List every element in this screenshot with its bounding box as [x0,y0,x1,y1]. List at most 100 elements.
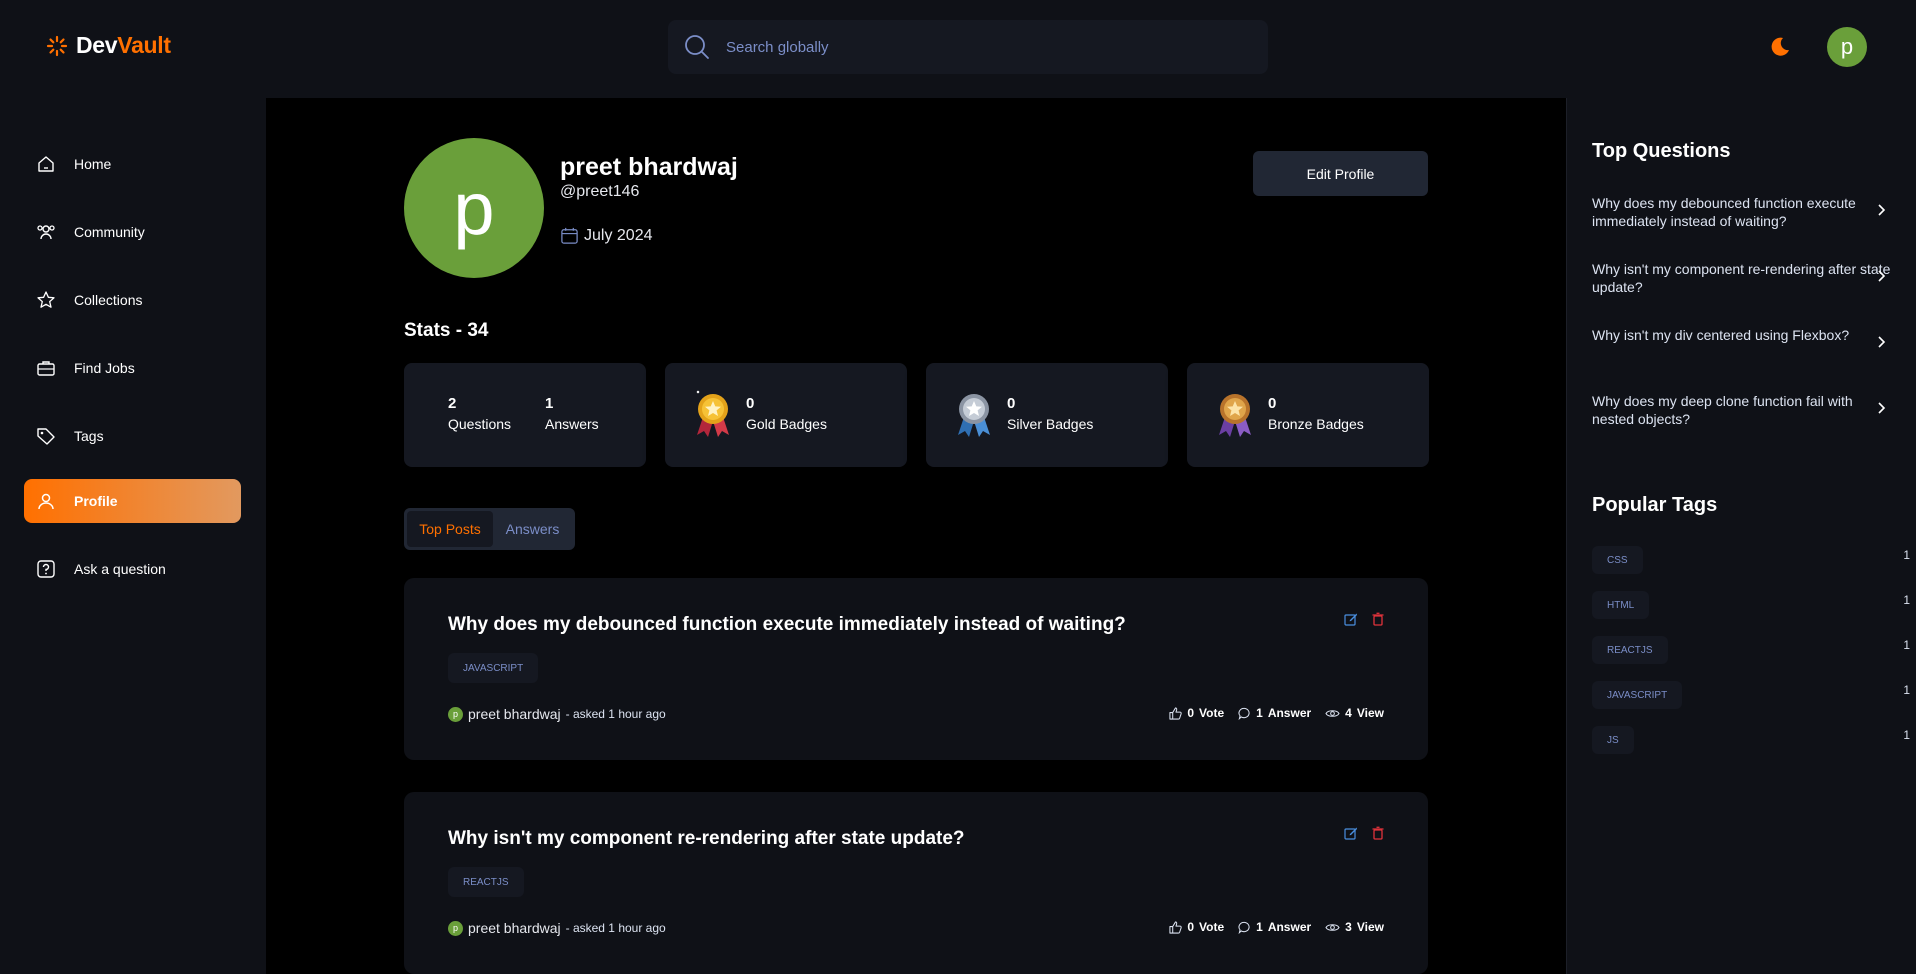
sidebar-item-label: Collections [74,292,143,308]
views-value: 4 [1345,706,1352,720]
post-metrics: 0 Vote 1 Answer 4 View [1169,706,1384,720]
stat-questions: 2 Questions [448,395,511,432]
delete-icon[interactable] [1371,826,1385,840]
tag-count: 1 [1903,728,1910,742]
stat-questions-value: 2 [448,395,457,412]
sidebar-item-home[interactable]: Home [24,142,241,186]
edit-icon[interactable] [1344,826,1358,840]
popular-tag-row[interactable]: CSS 1 [1592,546,1910,574]
stat-card-posts: 2 Questions 1 Answers [404,363,646,467]
silver-badges: 0 Silver Badges [1007,395,1093,432]
brand-logo[interactable]: DevVault [46,32,171,59]
bronze-badges-value: 0 [1268,395,1277,412]
profile-handle: @preet146 [560,183,640,200]
tag-icon [37,428,55,445]
theme-toggle-button[interactable] [1768,35,1792,59]
top-navbar: DevVault p [0,0,1916,98]
top-questions-title: Top Questions [1592,140,1731,162]
joined-label: July 2024 [584,226,653,244]
edit-icon[interactable] [1344,612,1358,626]
right-sidebar: Top Questions Why does my debounced func… [1566,98,1916,974]
popular-tags-title: Popular Tags [1592,494,1718,516]
bronze-badges: 0 Bronze Badges [1268,395,1364,432]
views-label: View [1356,920,1384,934]
global-search[interactable] [668,20,1268,74]
popular-tag[interactable]: HTML [1592,591,1650,619]
author-name[interactable]: preet bhardwaj [468,920,561,936]
popular-tag[interactable]: JAVASCRIPT [1592,681,1683,709]
popular-tag-row[interactable]: HTML 1 [1592,591,1910,619]
sidebar-item-community[interactable]: Community [24,210,241,254]
left-sidebar: Home Community Collections Find Jobs Tag… [0,98,266,974]
post-tag[interactable]: REACTJS [448,867,524,897]
post-card[interactable]: Why does my debounced function execute i… [404,578,1428,760]
post-title[interactable]: Why does my debounced function execute i… [448,614,1126,636]
votes-value: 0 [1187,706,1194,720]
stats-title: Stats - 34 [404,320,489,341]
tab-top-posts[interactable]: Top Posts [407,511,493,547]
post-metrics: 0 Vote 1 Answer 3 View [1169,920,1384,934]
tag-count: 1 [1903,593,1910,607]
silver-badges-value: 0 [1007,395,1016,412]
answers-value: 1 [1256,920,1263,934]
edit-profile-button[interactable]: Edit Profile [1253,151,1428,196]
answers-label: Answer [1267,706,1312,720]
sidebar-item-tags[interactable]: Tags [24,414,241,458]
gold-badges-label: Gold Badges [746,416,827,432]
popular-tag[interactable]: REACTJS [1592,636,1668,664]
post-author[interactable]: p preet bhardwaj - asked 1 hour ago [448,706,666,722]
gold-badges-value: 0 [746,395,755,412]
tag-count: 1 [1903,548,1910,562]
popular-tag-row[interactable]: JAVASCRIPT 1 [1592,681,1910,709]
user-avatar[interactable]: p [1827,27,1867,67]
profile-avatar: p [404,138,544,278]
stat-card-gold: 0 Gold Badges [665,363,907,467]
post-tag[interactable]: JAVASCRIPT [448,653,539,683]
logo-icon [46,35,68,56]
home-icon [38,156,54,172]
answers-label: Answer [1267,920,1312,934]
asked-time: - asked 1 hour ago [565,921,666,935]
author-name[interactable]: preet bhardwaj [468,706,561,722]
sidebar-item-find-jobs[interactable]: Find Jobs [24,346,241,390]
message-icon [1238,707,1250,720]
top-question-item[interactable]: Why does my deep clone function fail wit… [1592,392,1892,428]
author-avatar: p [448,706,463,722]
thumbs-up-icon [1169,706,1182,720]
gold-badges: 0 Gold Badges [746,395,827,432]
thumbs-up-icon [1169,920,1182,934]
popular-tag[interactable]: CSS [1592,546,1643,574]
brand-name-first: Dev [76,32,118,58]
answers-metric: 1 Answer [1238,706,1311,720]
silver-medal-icon [958,394,990,437]
search-input[interactable] [726,38,1206,56]
sidebar-item-profile[interactable]: Profile [24,479,241,523]
popular-tag-row[interactable]: JS 1 [1592,726,1910,754]
bronze-medal-icon [1219,394,1251,437]
asked-time: - asked 1 hour ago [565,707,666,721]
sidebar-item-ask-question[interactable]: Ask a question [24,547,241,591]
post-actions [1344,826,1385,840]
top-question-item[interactable]: Why isn't my div centered using Flexbox? [1592,326,1892,344]
author-avatar: p [448,920,463,936]
brand-name: DevVault [76,32,171,59]
sidebar-item-label: Find Jobs [74,360,135,376]
chevron-right-icon [1878,336,1886,348]
votes-label: Vote [1199,706,1225,720]
popular-tag-row[interactable]: REACTJS 1 [1592,636,1910,664]
tag-count: 1 [1903,638,1910,652]
popular-tag[interactable]: JS [1592,726,1634,754]
top-question-item[interactable]: Why does my debounced function execute i… [1592,194,1892,230]
search-icon [685,35,709,59]
post-author[interactable]: p preet bhardwaj - asked 1 hour ago [448,920,666,936]
votes-label: Vote [1199,920,1225,934]
post-card[interactable]: Why isn't my component re-rendering afte… [404,792,1428,974]
moon-icon [1771,37,1789,56]
joined-date: July 2024 [560,226,653,245]
sidebar-item-collections[interactable]: Collections [24,278,241,322]
sidebar-item-label: Community [74,224,145,240]
top-question-item[interactable]: Why isn't my component re-rendering afte… [1592,260,1892,296]
tab-answers[interactable]: Answers [493,511,572,547]
post-title[interactable]: Why isn't my component re-rendering afte… [448,828,965,850]
delete-icon[interactable] [1371,612,1385,626]
